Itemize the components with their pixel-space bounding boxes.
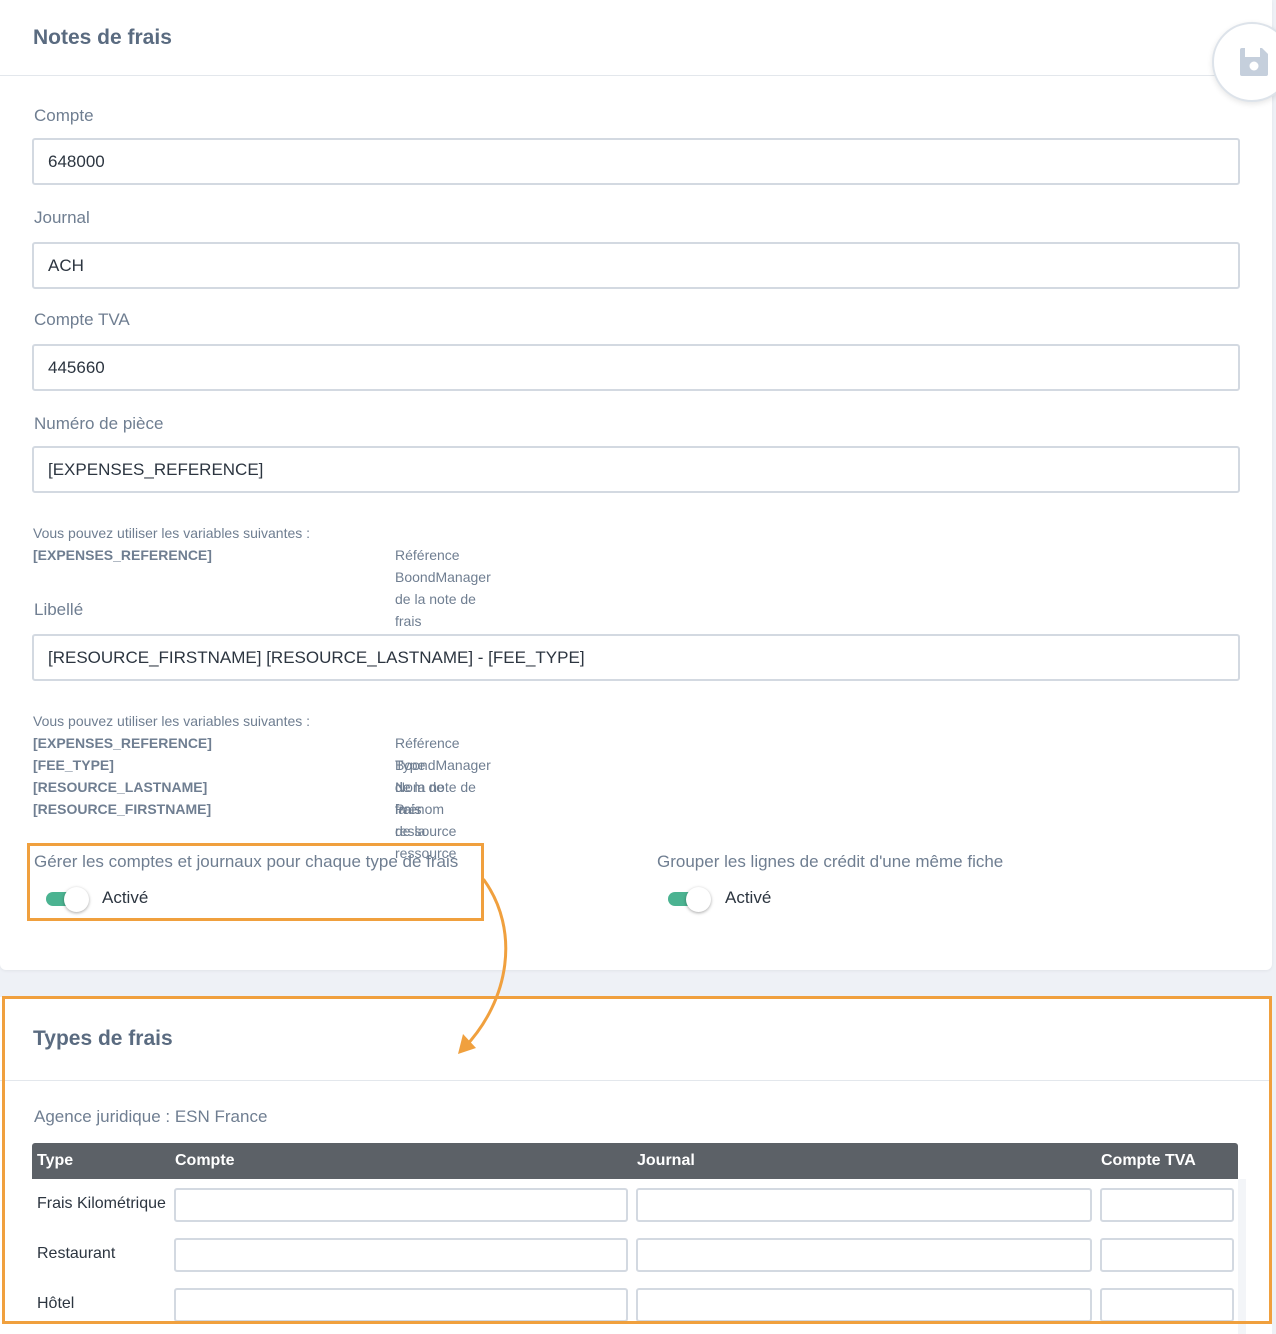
annotation-arrow [458,878,508,1054]
